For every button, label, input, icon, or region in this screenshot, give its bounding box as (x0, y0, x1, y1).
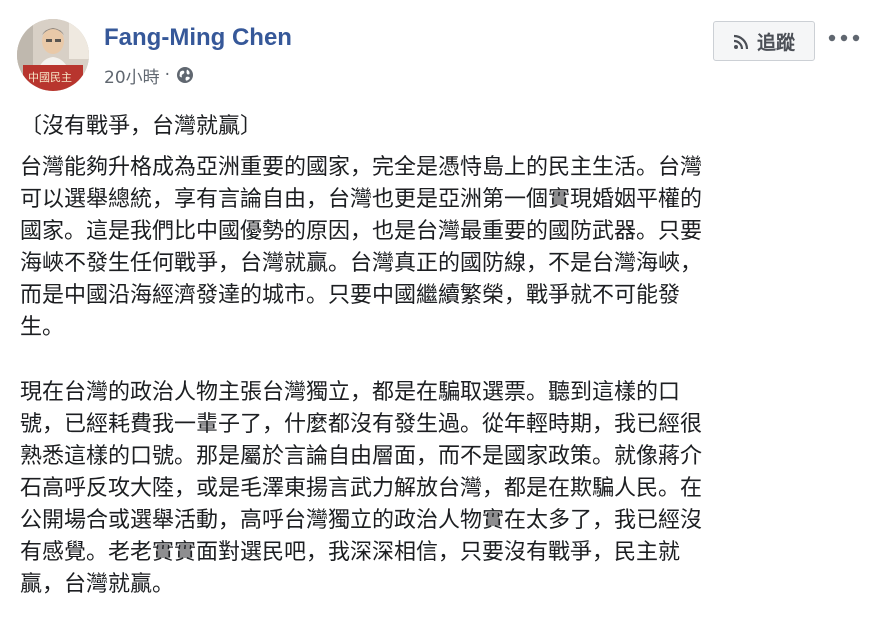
avatar[interactable]: 中國民主 (17, 19, 89, 91)
avatar-banner-text: 中國民主 (28, 71, 72, 84)
paragraph-line: 公開場合或選舉活動，高呼台灣獨立的政治人物實在太多了，我已經沒 (20, 508, 703, 533)
paragraph-line: 可以選舉總統，享有言論自由，台灣也更是亞洲第一個實現婚姻平權的 (20, 187, 703, 212)
paragraph-line: 生。 (20, 315, 65, 340)
post-paragraph-1: 台灣能夠升格成為亞洲重要的國家，完全是憑恃島上的民主生活。台灣 可以選舉總統，享… (20, 152, 840, 344)
follow-button[interactable]: 追蹤 (713, 21, 815, 61)
paragraph-line: 號，已經耗費我一輩子了，什麼都沒有發生過。從年輕時期，我已經很 (20, 412, 703, 437)
paragraph-line: 國家。這是我們比中國優勢的原因，也是台灣最重要的國防武器。只要 (20, 219, 703, 244)
post-meta: 20小時 · (104, 63, 194, 88)
author-name-link[interactable]: Fang-Ming Chen (104, 24, 292, 52)
post-paragraph-2: 現在台灣的政治人物主張台灣獨立，都是在騙取選票。聽到這樣的口 號，已經耗費我一輩… (20, 377, 840, 601)
paragraph-line: 而是中國沿海經濟發達的城市。只要中國繼續繁榮，戰爭就不可能發 (20, 283, 681, 308)
follow-label: 追蹤 (756, 31, 795, 54)
more-options-icon (828, 34, 860, 42)
meta-separator: · (164, 65, 171, 85)
avatar-photo: 中國民主 (17, 19, 89, 91)
paragraph-line: 台灣能夠升格成為亞洲重要的國家，完全是憑恃島上的民主生活。台灣 (20, 155, 703, 180)
facebook-post: 中國民主 Fang-Ming Chen 20小時 · 追蹤 〔沒有戰爭，台灣就贏… (0, 0, 876, 640)
paragraph-line: 有感覺。老老實實面對選民吧，我深深相信，只要沒有戰爭，民主就 (20, 540, 681, 565)
post-title: 〔沒有戰爭，台灣就贏〕 (20, 114, 263, 139)
paragraph-line: 熟悉這樣的口號。那是屬於言論自由層面，而不是國家政策。就像蔣介 (20, 444, 703, 469)
globe-icon[interactable] (176, 66, 194, 84)
post-timestamp[interactable]: 20小時 (104, 63, 160, 88)
paragraph-line: 贏，台灣就贏。 (20, 572, 175, 597)
paragraph-line: 現在台灣的政治人物主張台灣獨立，都是在騙取選票。聽到這樣的口 (20, 380, 681, 405)
more-options-button[interactable] (826, 24, 862, 52)
rss-icon (733, 33, 749, 50)
paragraph-line: 海峽不發生任何戰爭，台灣就贏。台灣真正的國防線，不是台灣海峽， (20, 251, 703, 276)
paragraph-line: 石高呼反攻大陸，或是毛澤東揚言武力解放台灣，都是在欺騙人民。在 (20, 476, 703, 501)
